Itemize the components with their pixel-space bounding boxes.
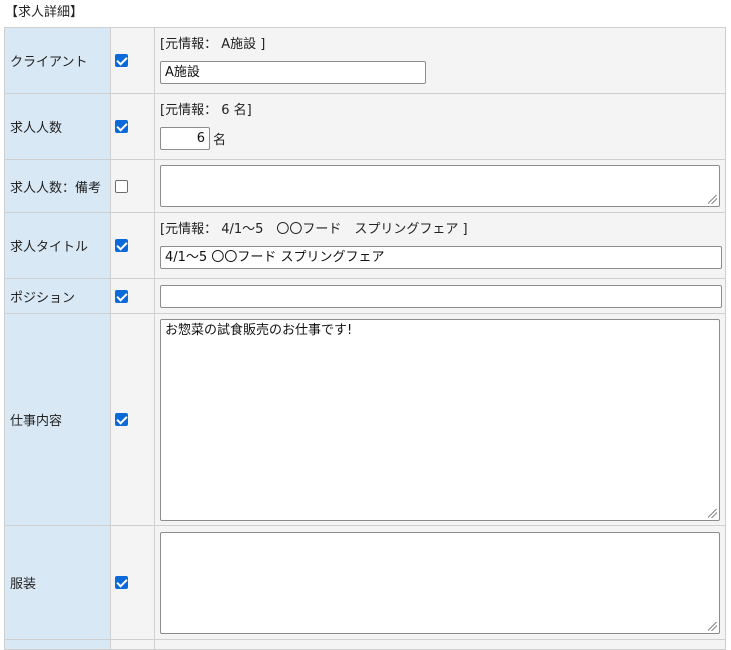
row-job-title: 求人タイトル [元情報： 4/1～5 〇〇フード スプリングフェア ] 4/1～…: [4, 212, 726, 279]
checkbox-client[interactable]: [115, 54, 128, 67]
headcount-note-textarea[interactable]: [160, 165, 720, 207]
original-info-client: [元情報： A施設 ]: [160, 37, 266, 52]
checkbox-job-title[interactable]: [115, 239, 128, 252]
job-title-input[interactable]: 4/1～5 〇〇フード スプリングフェア: [160, 246, 722, 269]
value-cell-attire: [154, 525, 726, 640]
attire-textarea[interactable]: [160, 531, 720, 634]
checkbox-attire[interactable]: [115, 576, 128, 589]
label-headcount: 求人人数: [4, 93, 111, 160]
resize-grip-icon[interactable]: [708, 508, 717, 518]
row-headcount-note: 求人人数：備考: [4, 159, 726, 213]
label-job-title: 求人タイトル: [4, 212, 111, 279]
value-cell-client: [元情報： A施設 ] A施設: [154, 27, 726, 94]
row-position: ポジション: [4, 278, 726, 314]
value-cell-job-description: お惣菜の試食販売のお仕事です!: [154, 313, 726, 526]
section-title: 【求人詳細】: [5, 5, 84, 20]
label-headcount-note: 求人人数：備考: [4, 159, 111, 213]
job-description-textarea[interactable]: お惣菜の試食販売のお仕事です!: [160, 318, 720, 521]
value-cell-headcount-note: [154, 159, 726, 213]
job-description-text: お惣菜の試食販売のお仕事です!: [165, 322, 353, 338]
checkbox-position[interactable]: [115, 289, 128, 303]
row-job-description: 仕事内容 お惣菜の試食販売のお仕事です!: [4, 313, 726, 526]
checkbox-job-description[interactable]: [115, 413, 128, 426]
headcount-wrap: 6 名: [160, 127, 713, 150]
client-input[interactable]: A施設: [160, 61, 426, 84]
label-job-description: 仕事内容: [4, 313, 111, 526]
position-input[interactable]: [160, 284, 722, 308]
row-attire: 服装: [4, 525, 726, 640]
label-position: ポジション: [4, 278, 111, 314]
label-client: クライアント: [4, 27, 111, 94]
checkbox-headcount[interactable]: [115, 120, 128, 133]
value-cell-job-title: [元情報： 4/1～5 〇〇フード スプリングフェア ] 4/1～5 〇〇フード…: [154, 212, 726, 279]
row-headcount: 求人人数 [元情報： 6 名] 6 名: [4, 93, 726, 160]
checkbox-headcount-note[interactable]: [115, 179, 128, 193]
value-cell-position: [154, 278, 726, 314]
value-cell-headcount: [元情報： 6 名] 6 名: [154, 93, 726, 160]
original-info-job-title: [元情報： 4/1～5 〇〇フード スプリングフェア ]: [160, 222, 468, 237]
headcount-input[interactable]: 6: [160, 127, 210, 150]
resize-grip-icon[interactable]: [708, 195, 717, 204]
headcount-unit: 名: [213, 133, 227, 148]
job-detail-table: クライアント [元情報： A施設 ] A施設 求人人数 [元情報： 6 名] 6…: [4, 27, 726, 650]
label-attire: 服装: [4, 525, 111, 640]
original-info-headcount: [元情報： 6 名]: [160, 103, 252, 118]
resize-grip-icon[interactable]: [708, 621, 717, 631]
row-client: クライアント [元情報： A施設 ] A施設: [4, 27, 726, 94]
